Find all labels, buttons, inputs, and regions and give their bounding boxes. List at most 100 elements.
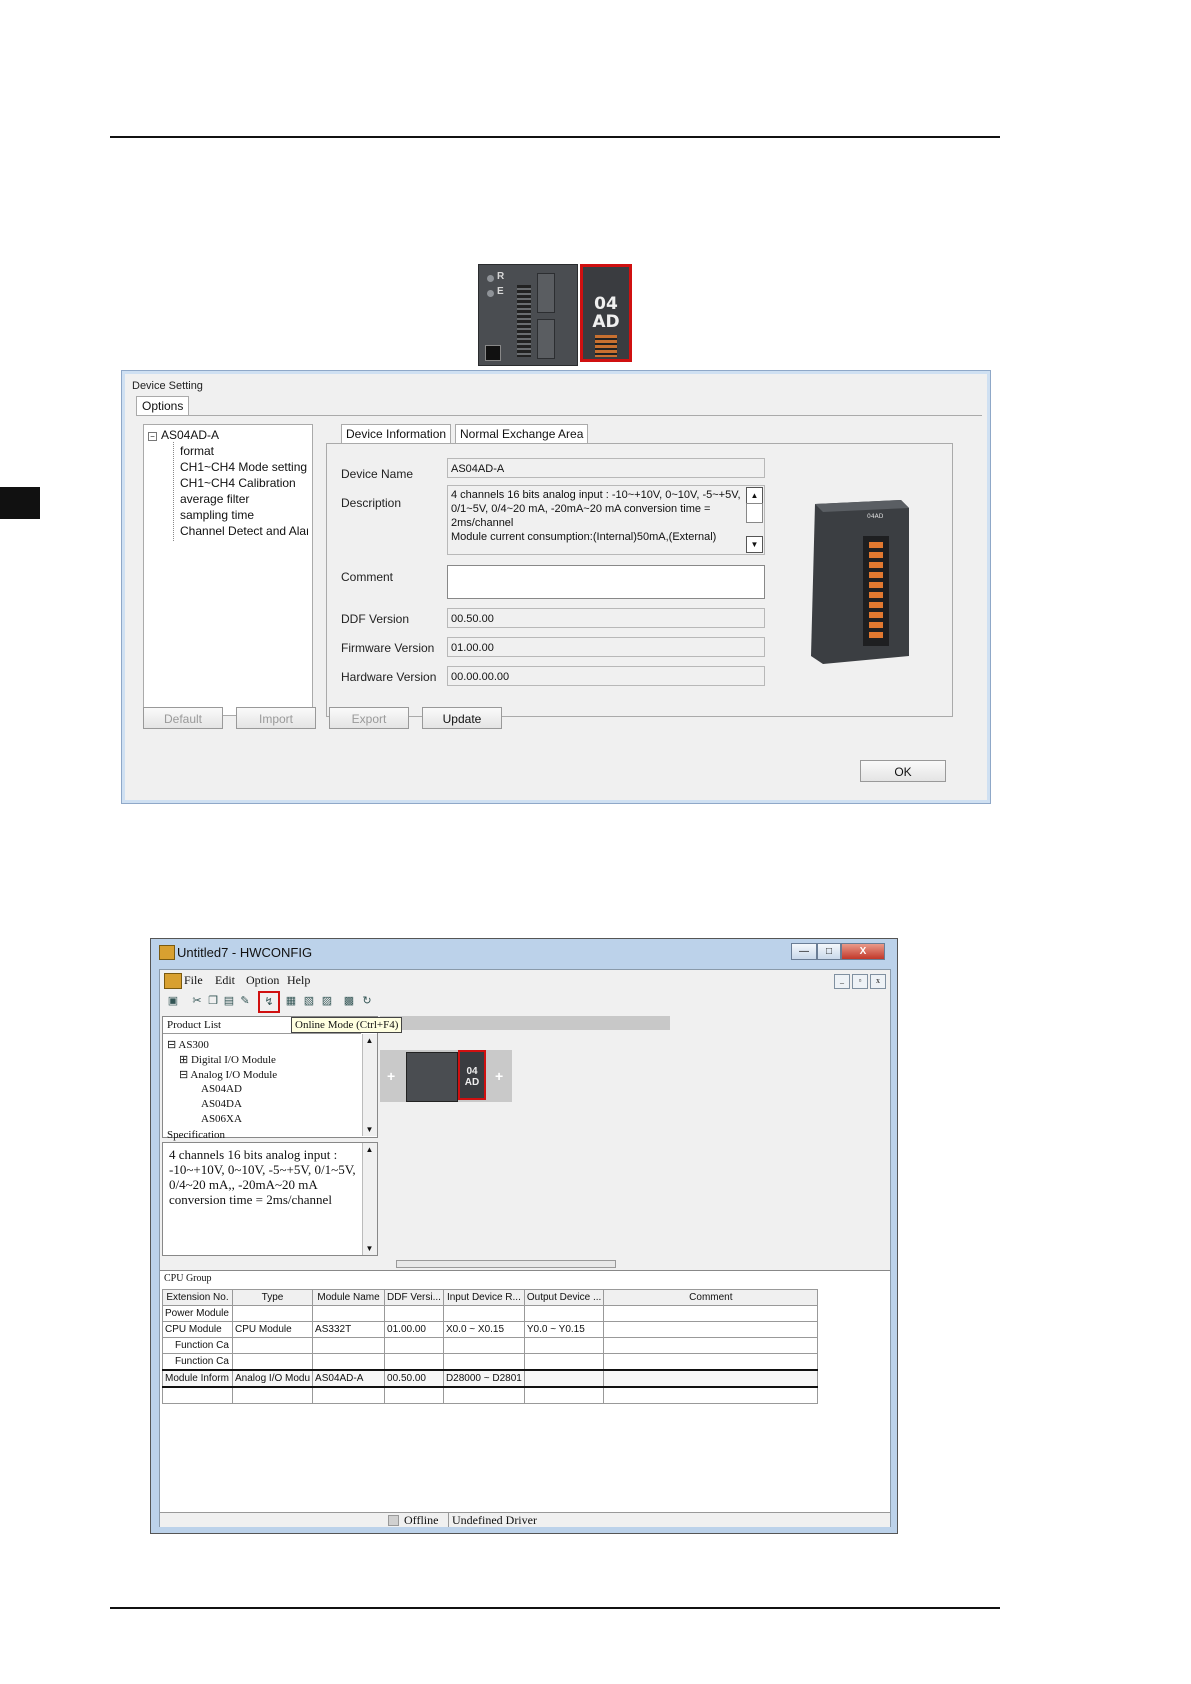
description-text: 4 channels 16 bits analog input : -10~+1… — [451, 489, 741, 543]
table-cell — [603, 1353, 819, 1371]
table-cell — [603, 1321, 819, 1338]
work-area-header — [380, 1016, 670, 1030]
scroll-up-icon[interactable]: ▲ — [365, 1036, 374, 1045]
description-field[interactable]: 4 channels 16 bits analog input : -10~+1… — [447, 485, 765, 555]
scroll-down-icon[interactable]: ▼ — [365, 1125, 374, 1134]
table-row[interactable] — [162, 1386, 819, 1404]
specification-scrollbar[interactable]: ▲ ▼ — [362, 1143, 377, 1255]
tab-device-information[interactable]: Device Information — [341, 424, 452, 443]
ad-module-highlighted[interactable]: 04 AD — [580, 264, 632, 362]
ddf-version-field: 00.50.00 — [447, 608, 765, 628]
table-row[interactable]: Function Ca — [162, 1353, 819, 1371]
column-header[interactable]: Input Device R... — [442, 1289, 525, 1306]
table-row[interactable]: Function Ca — [162, 1337, 819, 1354]
update-button[interactable]: Update — [422, 707, 502, 729]
specification-header: Specification — [167, 1129, 226, 1141]
parameter-icon[interactable]: ▩ — [342, 994, 356, 1008]
scroll-down-icon[interactable]: ▼ — [746, 536, 763, 553]
product-item-as06xa[interactable]: AS06XA — [201, 1113, 242, 1125]
product-item-as300-label: AS300 — [178, 1039, 209, 1051]
table-row[interactable]: CPU Module CPU Module AS332T 01.00.00 X0.0 ~… — [162, 1321, 819, 1338]
edit-icon[interactable]: ✎ — [238, 994, 252, 1008]
online-mode-icon[interactable]: ↯ — [258, 991, 280, 1013]
top-rule — [110, 136, 1000, 138]
copy-icon[interactable]: ❐ — [206, 994, 220, 1008]
cut-icon[interactable]: ✂ — [190, 994, 204, 1008]
ok-button[interactable]: OK — [860, 760, 946, 782]
tree-item-sampling-time[interactable]: sampling time — [180, 508, 254, 522]
port-icon — [485, 345, 501, 361]
scan-icon[interactable]: ▨ — [320, 994, 334, 1008]
column-header[interactable]: Module Name — [312, 1289, 386, 1306]
firmware-version-label: Firmware Version — [341, 641, 435, 655]
cpu-group-panel: CPU Group Extension No. Type Module Name… — [160, 1270, 890, 1513]
upload-icon[interactable]: ▧ — [302, 994, 316, 1008]
tree-item-channel-detect[interactable]: Channel Detect and Alarm — [180, 524, 308, 538]
refresh-icon[interactable]: ↻ — [360, 994, 374, 1008]
scroll-down-icon[interactable]: ▼ — [365, 1244, 374, 1253]
app-icon — [159, 945, 175, 960]
export-button[interactable]: Export — [329, 707, 409, 729]
table-row[interactable]: Power Module — [162, 1305, 819, 1322]
column-header[interactable]: Extension No. — [162, 1289, 233, 1306]
scroll-up-icon[interactable]: ▲ — [746, 487, 763, 504]
tree-item-calibration[interactable]: CH1~CH4 Calibration — [180, 476, 296, 490]
product-list-header: Product List — [167, 1019, 222, 1031]
mdi-minimize-button[interactable]: _ — [834, 974, 850, 989]
column-header[interactable]: Comment — [603, 1289, 819, 1306]
menu-edit[interactable]: Edit — [215, 973, 235, 988]
ad-module-label-line2: AD — [592, 312, 620, 332]
tab-options[interactable]: Options — [136, 396, 190, 415]
menu-help[interactable]: Help — [287, 973, 310, 988]
import-button[interactable]: Import — [236, 707, 316, 729]
paste-icon[interactable]: ▤ — [222, 994, 236, 1008]
column-header[interactable]: DDF Versi... — [384, 1289, 444, 1306]
product-list-scrollbar[interactable]: ▲ ▼ — [362, 1034, 377, 1136]
mdi-close-button[interactable]: x — [870, 974, 886, 989]
column-header[interactable]: Type — [231, 1289, 314, 1306]
menu-option[interactable]: Option — [246, 973, 279, 988]
save-icon[interactable]: ▣ — [166, 994, 180, 1008]
status-bar: Offline Undefined Driver — [160, 1512, 890, 1527]
tab-normal-exchange-area[interactable]: Normal Exchange Area — [455, 424, 589, 443]
divider — [163, 1033, 361, 1034]
rack-cpu-module[interactable] — [406, 1052, 458, 1102]
tree-line — [173, 442, 174, 541]
rack-ad-label-line1: 04 — [466, 1066, 478, 1077]
table-cell — [231, 1353, 314, 1371]
collapse-icon[interactable]: − — [148, 432, 157, 441]
download-icon[interactable]: ▦ — [284, 994, 298, 1008]
comment-input[interactable] — [447, 565, 765, 599]
product-item-digital-io[interactable]: ⊞ Digital I/O Module — [179, 1053, 276, 1066]
add-right-icon[interactable]: + — [495, 1068, 503, 1084]
product-item-analog-io[interactable]: ⊟ Analog I/O Module — [179, 1068, 277, 1081]
mdi-client: File Edit Option Help _ ▫ x ▣ ✂ ❐ ▤ ✎ ↯ … — [159, 969, 891, 1527]
table-row-selected[interactable]: Module Inform Analog I/O Modu AS04AD-A 00.5… — [162, 1369, 819, 1388]
product-item-as300[interactable]: ⊟ AS300 — [167, 1038, 209, 1051]
led-e-icon — [487, 290, 494, 297]
rack-ad-module-highlighted[interactable]: 04 AD — [458, 1050, 486, 1100]
add-left-icon[interactable]: + — [387, 1068, 395, 1084]
close-button[interactable]: X — [841, 943, 885, 960]
minimize-button[interactable]: — — [791, 943, 817, 960]
splitter-handle[interactable] — [396, 1260, 616, 1268]
product-item-as04ad[interactable]: AS04AD — [201, 1083, 242, 1095]
default-button[interactable]: Default — [143, 707, 223, 729]
menu-file[interactable]: File — [184, 973, 203, 988]
table-cell: 01.00.00 — [384, 1321, 444, 1338]
tree-item-mode-setting[interactable]: CH1~CH4 Mode setting — [180, 460, 307, 474]
status-indicator-icon — [388, 1515, 399, 1526]
table-cell — [603, 1305, 819, 1322]
table-cell: Analog I/O Modu — [231, 1369, 314, 1388]
tree-item-average-filter[interactable]: average filter — [180, 492, 249, 506]
mdi-restore-button[interactable]: ▫ — [852, 974, 868, 989]
product-item-as04da[interactable]: AS04DA — [201, 1098, 242, 1110]
tree-root[interactable]: − AS04AD-A — [148, 428, 219, 442]
column-header[interactable]: Output Device ... — [523, 1289, 605, 1306]
tree-item-format[interactable]: format — [180, 444, 214, 458]
maximize-button[interactable]: □ — [817, 943, 841, 960]
table-cell — [384, 1337, 444, 1354]
scroll-thumb[interactable] — [746, 503, 763, 523]
module-product-image: 04AD — [811, 500, 909, 664]
scroll-up-icon[interactable]: ▲ — [365, 1145, 374, 1154]
